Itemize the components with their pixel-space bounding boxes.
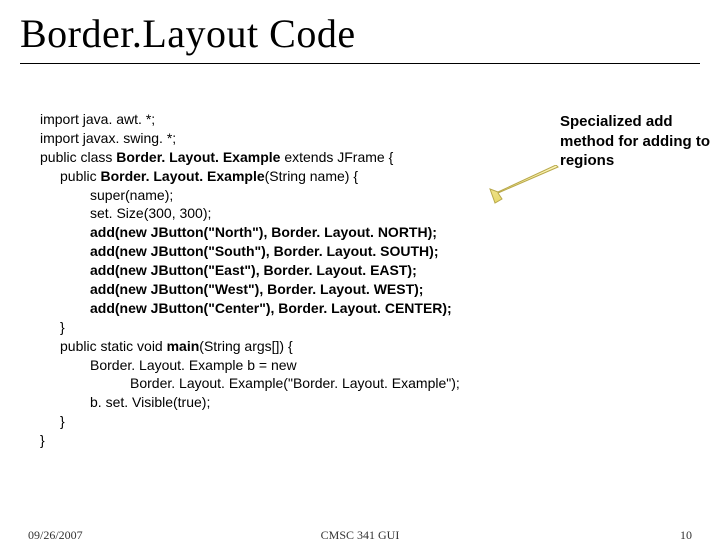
code-text: (String name) { bbox=[265, 168, 358, 184]
code-text: import java. awt. *; bbox=[40, 111, 155, 127]
code-text: add(new JButton("South"), Border. Layout… bbox=[90, 243, 438, 259]
code-line: public Border. Layout. Example(String na… bbox=[40, 167, 540, 186]
footer-date: 09/26/2007 bbox=[28, 528, 83, 540]
code-text: set. Size(300, 300); bbox=[90, 205, 211, 221]
code-line: add(new JButton("North"), Border. Layout… bbox=[40, 223, 540, 242]
title-wrap: Border.Layout Code bbox=[20, 10, 700, 64]
slide-title: Border.Layout Code bbox=[20, 10, 700, 57]
footer-course: CMSC 341 GUI bbox=[321, 528, 400, 540]
code-line: super(name); bbox=[40, 186, 540, 205]
code-text: Border. Layout. Example("Border. Layout.… bbox=[130, 375, 460, 391]
code-line: add(new JButton("West"), Border. Layout.… bbox=[40, 280, 540, 299]
code-line: Border. Layout. Example b = new bbox=[40, 356, 540, 375]
code-text: super(name); bbox=[90, 187, 173, 203]
code-line: } bbox=[40, 431, 540, 450]
code-text: add(new JButton("East"), Border. Layout.… bbox=[90, 262, 417, 278]
code-line: public class Border. Layout. Example ext… bbox=[40, 148, 540, 167]
code-text: Border. Layout. Example b = new bbox=[90, 357, 297, 373]
code-text: } bbox=[60, 413, 65, 429]
code-line: import java. awt. *; bbox=[40, 110, 540, 129]
code-line: add(new JButton("East"), Border. Layout.… bbox=[40, 261, 540, 280]
code-block: import java. awt. *; import javax. swing… bbox=[40, 110, 540, 450]
code-text: Border. Layout. Example bbox=[100, 168, 264, 184]
code-text: import javax. swing. *; bbox=[40, 130, 176, 146]
code-text: public static void bbox=[60, 338, 167, 354]
footer-page: 10 bbox=[680, 528, 692, 540]
code-line: import javax. swing. *; bbox=[40, 129, 540, 148]
code-line: add(new JButton("South"), Border. Layout… bbox=[40, 242, 540, 261]
code-text: public class bbox=[40, 149, 116, 165]
code-text: add(new JButton("West"), Border. Layout.… bbox=[90, 281, 423, 297]
code-line: public static void main(String args[]) { bbox=[40, 337, 540, 356]
code-text: Border. Layout. Example bbox=[116, 149, 280, 165]
code-text: b. set. Visible(true); bbox=[90, 394, 210, 410]
code-text: public bbox=[60, 168, 100, 184]
code-text: extends JFrame { bbox=[280, 149, 393, 165]
code-line: b. set. Visible(true); bbox=[40, 393, 540, 412]
code-text: } bbox=[60, 319, 65, 335]
code-text: (String args[]) { bbox=[199, 338, 292, 354]
slide: Border.Layout Code import java. awt. *; … bbox=[0, 0, 720, 540]
code-line: add(new JButton("Center"), Border. Layou… bbox=[40, 299, 540, 318]
code-line: set. Size(300, 300); bbox=[40, 204, 540, 223]
code-line: } bbox=[40, 318, 540, 337]
code-line: } bbox=[40, 412, 540, 431]
title-underline bbox=[20, 63, 700, 64]
code-text: add(new JButton("North"), Border. Layout… bbox=[90, 224, 437, 240]
callout-text: Specialized add method for adding to reg… bbox=[560, 112, 710, 171]
code-text: add(new JButton("Center"), Border. Layou… bbox=[90, 300, 452, 316]
code-line: Border. Layout. Example("Border. Layout.… bbox=[40, 374, 540, 393]
code-text: main bbox=[167, 338, 200, 354]
code-text: } bbox=[40, 432, 45, 448]
